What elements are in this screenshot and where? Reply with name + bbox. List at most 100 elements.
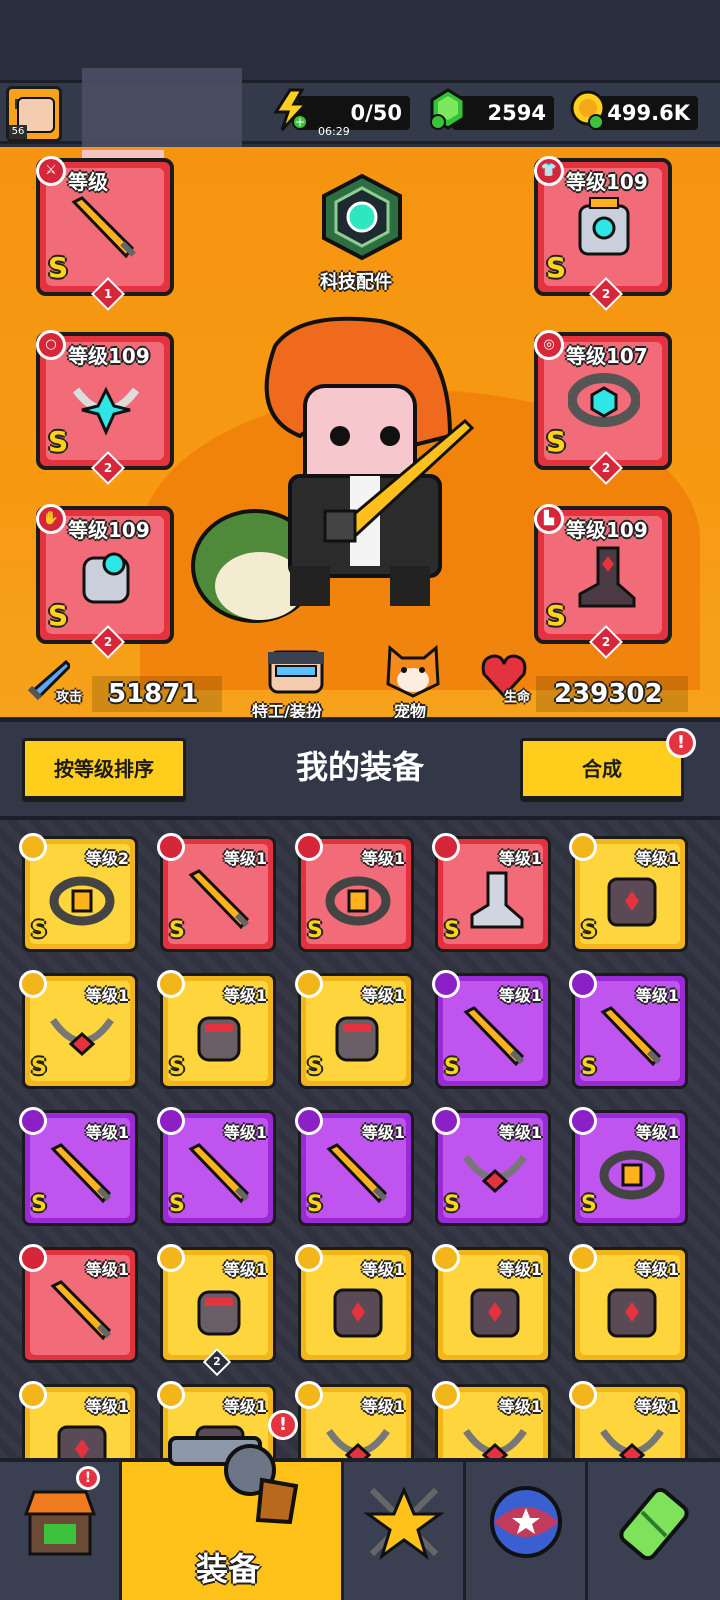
belt-icon <box>568 373 640 427</box>
item-rank: S <box>444 918 460 943</box>
item-rank: S <box>581 918 597 943</box>
armor-icon <box>333 1288 383 1338</box>
inventory-item[interactable]: 等级1 <box>295 1244 414 1363</box>
armor-icon <box>607 877 657 927</box>
inventory-item[interactable]: 等级1 S <box>569 1107 688 1226</box>
item-level: 等级1 <box>361 1397 405 1416</box>
inventory-item[interactable]: 等级1 S <box>295 1107 414 1226</box>
battle-star-icon <box>364 1486 444 1560</box>
weapon-category-icon <box>432 970 460 998</box>
nav-gacha-tab[interactable] <box>466 1462 588 1600</box>
weapon-icon <box>463 1006 525 1067</box>
attack-label: 攻击 <box>56 690 83 705</box>
gacha-orb-icon <box>490 1486 562 1558</box>
slot-stars: 2 <box>601 287 611 301</box>
weapon-category-icon <box>157 833 185 861</box>
inventory-item[interactable]: 等级1 <box>432 1244 551 1363</box>
slot-boots[interactable]: ▙ 等级109 S 2 <box>534 504 672 659</box>
pet-shiba-icon[interactable] <box>384 644 442 698</box>
item-level: 等级1 <box>361 849 405 868</box>
belt-category-icon <box>569 1107 597 1135</box>
inventory-item[interactable]: 等级1 S <box>432 970 551 1089</box>
inventory-item[interactable]: 等级1 S <box>432 833 551 952</box>
inventory-item[interactable]: 等级1 <box>569 1244 688 1363</box>
merge-alert-badge: ! <box>666 728 696 758</box>
slot-stars: 2 <box>103 635 113 649</box>
inventory-item[interactable]: 等级1 S <box>295 970 414 1089</box>
weapon-category-icon <box>19 1107 47 1135</box>
player-avatar[interactable]: 56 <box>6 86 62 142</box>
inventory-item[interactable]: 等级2 S <box>19 833 138 952</box>
slot-necklace[interactable]: ○ 等级109 S 2 <box>36 330 174 485</box>
armor-icon <box>470 1288 520 1338</box>
inventory-item[interactable]: 等级1 S <box>19 970 138 1089</box>
slot-level: 等级109 <box>68 518 150 542</box>
inventory-item[interactable]: 等级1 <box>19 1244 138 1363</box>
tech-parts-icon[interactable] <box>316 172 408 262</box>
weapon-category-icon <box>295 1107 323 1135</box>
item-rank: S <box>307 1192 323 1217</box>
armor-category-icon <box>19 1381 47 1409</box>
slot-rank: S <box>48 251 69 284</box>
my-equipment-title: 我的装备 <box>295 748 424 786</box>
weapon-icon <box>188 869 250 930</box>
inventory-item[interactable]: 等级1 S <box>157 970 276 1089</box>
glove-category-icon: ✋ <box>36 504 66 534</box>
armor-category-icon <box>569 833 597 861</box>
agent-character[interactable] <box>180 316 480 626</box>
agent-costume-icon[interactable] <box>262 648 330 696</box>
slot-weapon[interactable]: ⚔ 等级 S 1 <box>36 156 174 311</box>
item-rank: S <box>169 1192 185 1217</box>
necklace-category-icon <box>569 1381 597 1409</box>
glove-icon <box>335 1016 379 1062</box>
inventory-item[interactable]: 等级1 S <box>569 833 688 952</box>
attack-value: 51871 <box>92 676 222 712</box>
slot-belt[interactable]: ◎ 等级107 S 2 <box>534 330 672 485</box>
weapon-category-icon <box>569 970 597 998</box>
slot-armor[interactable]: 👕 等级109 S 2 <box>534 156 672 311</box>
belt-icon <box>325 876 391 926</box>
item-level: 等级1 <box>223 1260 267 1279</box>
inventory-item[interactable]: 等级1 S <box>295 833 414 952</box>
inventory-item[interactable]: 等级1 2 <box>157 1244 276 1377</box>
slot-rank: S <box>546 251 567 284</box>
nav-shop-tab[interactable]: ! <box>0 1462 122 1600</box>
item-level: 等级1 <box>223 1123 267 1142</box>
item-rank: S <box>31 918 47 943</box>
glove-category-icon <box>157 1244 185 1272</box>
item-level: 等级1 <box>498 849 542 868</box>
item-level: 等级1 <box>498 1397 542 1416</box>
weapon-icon <box>50 1280 112 1341</box>
gold-coin-icon[interactable] <box>568 88 608 132</box>
slot-glove[interactable]: ✋ 等级109 S 2 <box>36 504 174 659</box>
weapon-icon <box>326 1143 388 1204</box>
inventory-item[interactable]: 等级1 S <box>569 970 688 1089</box>
item-level: 等级1 <box>361 1123 405 1142</box>
nav-lab-tab[interactable] <box>588 1462 720 1600</box>
glove-category-icon <box>157 970 185 998</box>
belt-category-icon: ◎ <box>534 330 564 360</box>
lab-dna-icon <box>619 1487 689 1561</box>
energy-icon[interactable]: + <box>272 88 312 132</box>
sort-by-level-button[interactable]: 按等级排序 <box>22 738 186 802</box>
item-rank: S <box>169 918 185 943</box>
armor-category-icon <box>295 1244 323 1272</box>
item-level: 等级1 <box>635 849 679 868</box>
merge-button[interactable]: 合成 <box>520 738 684 802</box>
item-level: 等级1 <box>85 1260 129 1279</box>
necklace-icon <box>72 386 140 436</box>
nav-battle-tab[interactable] <box>344 1462 466 1600</box>
item-level: 等级1 <box>498 1260 542 1279</box>
necklace-category-icon <box>295 1381 323 1409</box>
energy-timer: 06:29 <box>318 125 350 138</box>
inventory-item[interactable]: 等级1 S <box>432 1107 551 1226</box>
item-rank: S <box>581 1192 597 1217</box>
slot-stars: 2 <box>601 461 611 475</box>
item-rank: S <box>444 1192 460 1217</box>
gem-icon[interactable] <box>428 88 468 132</box>
slot-stars: 2 <box>601 635 611 649</box>
inventory-item[interactable]: 等级1 S <box>19 1107 138 1226</box>
item-rank: S <box>31 1192 47 1217</box>
inventory-item[interactable]: 等级1 S <box>157 833 276 952</box>
inventory-item[interactable]: 等级1 S <box>157 1107 276 1226</box>
